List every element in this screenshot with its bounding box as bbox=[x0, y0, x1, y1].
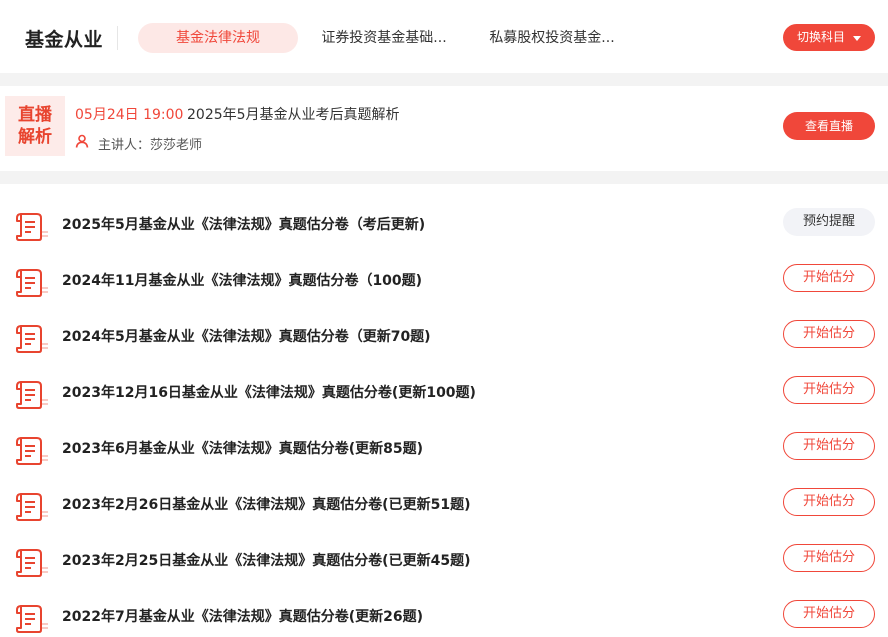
live-badge: 直播 解析 bbox=[5, 96, 65, 156]
exam-paper-icon bbox=[16, 493, 48, 521]
paper-title[interactable]: 2022年7月基金从业《法律法规》真题估分卷(更新26题) bbox=[62, 606, 423, 626]
paper-row: 2023年2月25日基金从业《法律法规》真题估分卷(已更新45题) 开始估分 bbox=[0, 539, 888, 595]
top-header: 基金从业 基金法律法规 证券投资基金基础... 私募股权投资基金... 切换科目 bbox=[0, 0, 888, 73]
paper-row: 2024年5月基金从业《法律法规》真题估分卷（更新70题) 开始估分 bbox=[0, 315, 888, 371]
paper-row: 2023年6月基金从业《法律法规》真题估分卷(更新85题) 开始估分 bbox=[0, 427, 888, 483]
brand-title: 基金从业 bbox=[25, 29, 104, 51]
paper-row: 2024年11月基金从业《法律法规》真题估分卷（100题) 开始估分 bbox=[0, 259, 888, 315]
exam-paper-icon bbox=[16, 269, 48, 297]
tab-securities-fund-basics[interactable]: 证券投资基金基础... bbox=[310, 23, 458, 53]
exam-paper-icon bbox=[16, 325, 48, 353]
watch-live-button[interactable]: 查看直播 bbox=[783, 112, 875, 140]
paper-row: 2025年5月基金从业《法律法规》真题估分卷（考后更新) 预约提醒 bbox=[0, 203, 888, 259]
person-icon bbox=[75, 134, 89, 148]
tab-laws[interactable]: 基金法律法规 bbox=[138, 23, 298, 53]
start-estimate-button[interactable]: 开始估分 bbox=[783, 488, 875, 516]
paper-row: 2022年7月基金从业《法律法规》真题估分卷(更新26题) 开始估分 bbox=[0, 595, 888, 637]
exam-paper-icon bbox=[16, 381, 48, 409]
live-time: 05月24日 19:00 bbox=[75, 107, 184, 123]
switch-subject-label: 切换科目 bbox=[797, 30, 846, 44]
paper-title[interactable]: 2023年2月25日基金从业《法律法规》真题估分卷(已更新45题) bbox=[62, 550, 470, 570]
exam-paper-icon bbox=[16, 549, 48, 577]
paper-title[interactable]: 2023年12月16日基金从业《法律法规》真题估分卷(更新100题) bbox=[62, 382, 476, 402]
paper-title[interactable]: 2024年11月基金从业《法律法规》真题估分卷（100题) bbox=[62, 270, 422, 290]
remind-button[interactable]: 预约提醒 bbox=[783, 208, 875, 236]
paper-list: 2025年5月基金从业《法律法规》真题估分卷（考后更新) 预约提醒 2024年11月… bbox=[0, 184, 888, 637]
paper-row: 2023年12月16日基金从业《法律法规》真题估分卷(更新100题) 开始估分 bbox=[0, 371, 888, 427]
header-divider bbox=[117, 26, 118, 50]
exam-paper-icon bbox=[16, 437, 48, 465]
paper-title[interactable]: 2023年6月基金从业《法律法规》真题估分卷(更新85题) bbox=[62, 438, 423, 458]
caret-down-icon bbox=[853, 36, 861, 41]
start-estimate-button[interactable]: 开始估分 bbox=[783, 320, 875, 348]
live-session-card: 直播 解析 05月24日 19:00 2025年5月基金从业考后真题解析 主讲人… bbox=[0, 86, 888, 171]
live-badge-line2: 解析 bbox=[18, 127, 52, 147]
live-badge-line1: 直播 bbox=[18, 105, 52, 125]
exam-paper-icon bbox=[16, 213, 48, 241]
exam-paper-icon bbox=[16, 605, 48, 633]
start-estimate-button[interactable]: 开始估分 bbox=[783, 544, 875, 572]
switch-subject-button[interactable]: 切换科目 bbox=[783, 24, 875, 51]
tab-private-equity-fund[interactable]: 私募股权投资基金... bbox=[478, 23, 626, 53]
paper-title[interactable]: 2025年5月基金从业《法律法规》真题估分卷（考后更新) bbox=[62, 214, 425, 234]
paper-row: 2023年2月26日基金从业《法律法规》真题估分卷(已更新51题) 开始估分 bbox=[0, 483, 888, 539]
live-title: 2025年5月基金从业考后真题解析 bbox=[187, 107, 400, 123]
start-estimate-button[interactable]: 开始估分 bbox=[783, 600, 875, 628]
live-host: 主讲人：莎莎老师 bbox=[98, 138, 203, 153]
start-estimate-button[interactable]: 开始估分 bbox=[783, 376, 875, 404]
paper-title[interactable]: 2024年5月基金从业《法律法规》真题估分卷（更新70题) bbox=[62, 326, 431, 346]
start-estimate-button[interactable]: 开始估分 bbox=[783, 432, 875, 460]
paper-title[interactable]: 2023年2月26日基金从业《法律法规》真题估分卷(已更新51题) bbox=[62, 494, 470, 514]
start-estimate-button[interactable]: 开始估分 bbox=[783, 264, 875, 292]
